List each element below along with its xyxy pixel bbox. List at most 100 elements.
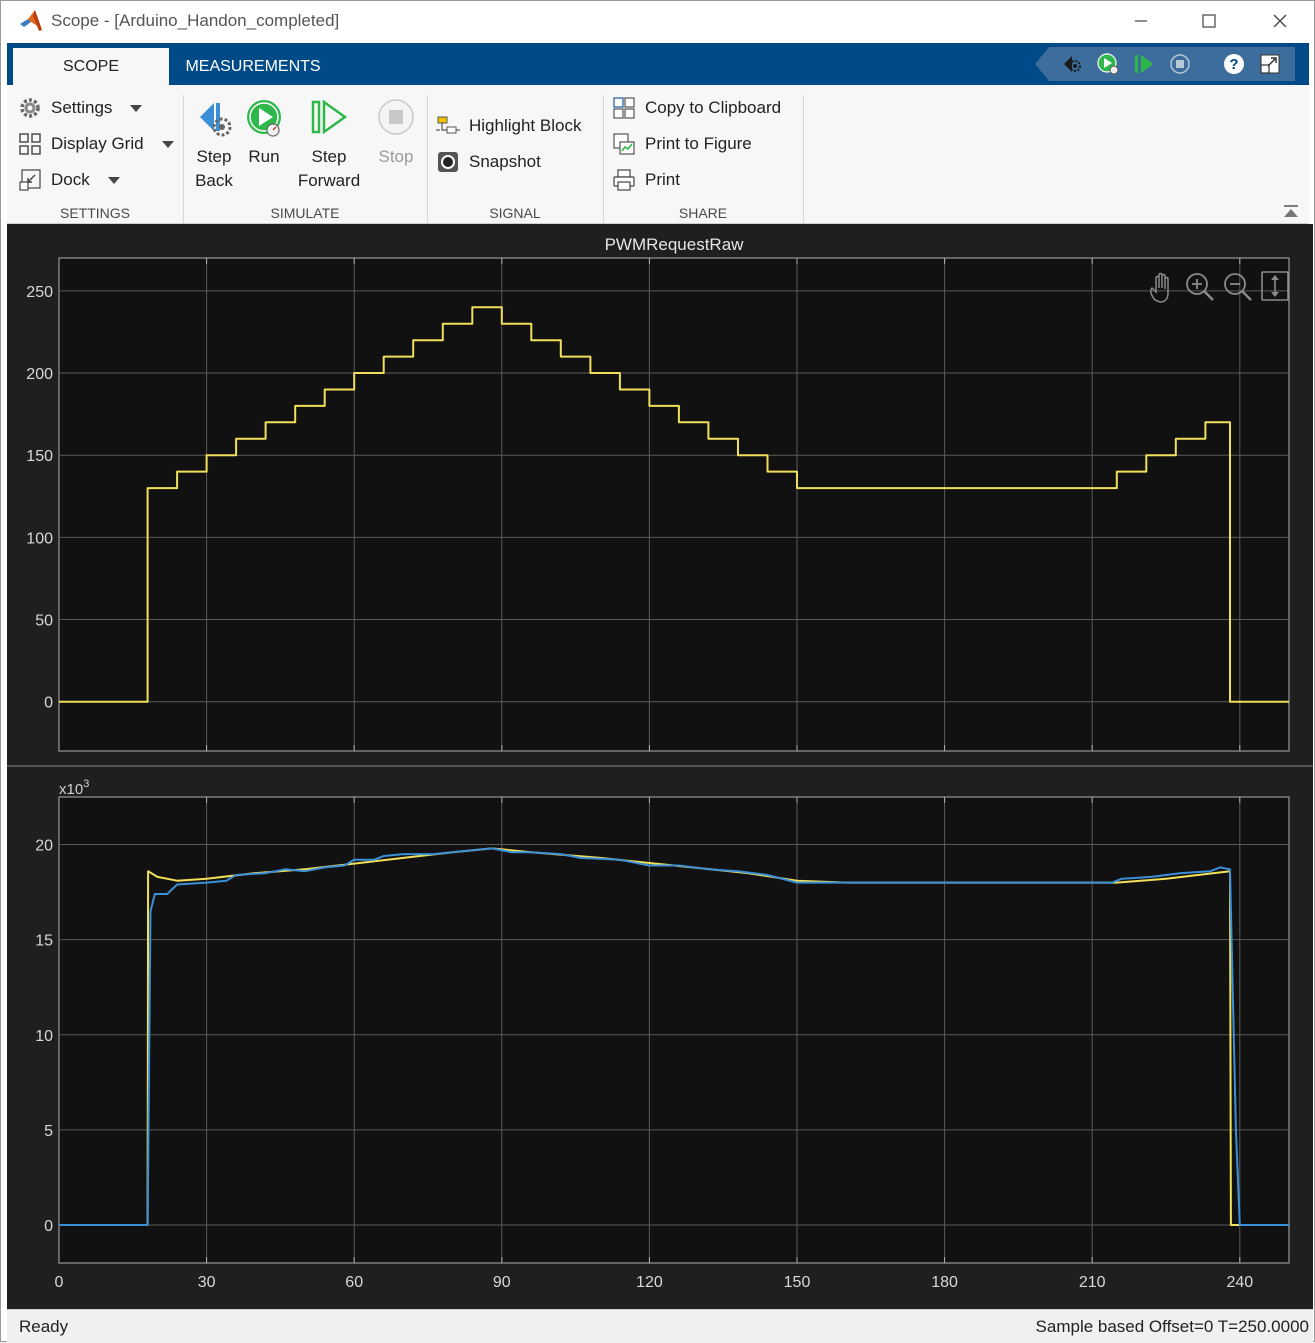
svg-text:?: ? [1229, 56, 1238, 73]
scope-plots: PWMRequestRaw 050100150200250 x103 05101… [7, 235, 1313, 1291]
undock-icon [1260, 54, 1280, 74]
y-tick-label: 0 [44, 695, 53, 712]
simulate-section: Step Back Run Step Forward Stop SIMULATE [183, 95, 428, 223]
step-forward-button[interactable]: Step Forward [291, 97, 367, 193]
close-button[interactable] [1257, 7, 1303, 35]
minimize-button[interactable] [1118, 7, 1164, 35]
stop-icon [378, 99, 414, 135]
y-tick-label: 20 [35, 838, 53, 855]
step-forward-icon [1135, 55, 1153, 73]
dock-button[interactable]: Dock [17, 167, 120, 193]
chevron-down-icon [130, 104, 143, 112]
dock-label: Dock [51, 170, 90, 189]
quick-access-toolbar: ? [1035, 47, 1295, 81]
status-text: Ready [19, 1317, 69, 1336]
copy-to-clipboard-label: Copy to Clipboard [645, 98, 782, 117]
y-tick-label: 250 [26, 284, 53, 301]
snapshot-icon [438, 152, 458, 172]
snapshot-button[interactable]: Snapshot [435, 149, 541, 175]
y-tick-label: 50 [35, 613, 53, 630]
x-tick-label: 150 [784, 1274, 811, 1291]
settings-label: Settings [51, 98, 113, 117]
y-tick-label: 150 [26, 448, 53, 465]
stop-button[interactable]: Stop [373, 97, 419, 169]
title-bar: Scope - [Arduino_Handon_completed] [1, 1, 1314, 41]
share-section-label: SHARE [678, 205, 728, 221]
copy-to-clipboard-button[interactable]: Copy to Clipboard [611, 95, 781, 121]
plot-title: PWMRequestRaw [605, 235, 745, 254]
matlab-logo-icon [20, 10, 42, 31]
step-back-label-line2: Back [195, 171, 233, 190]
run-label: Run [248, 147, 280, 166]
step-back-label-line1: Step [196, 147, 232, 166]
settings-button[interactable]: Settings [17, 95, 143, 121]
x-tick-label: 60 [345, 1274, 363, 1291]
highlight-block-label: Highlight Block [469, 116, 582, 135]
stop-icon [1170, 54, 1190, 74]
axes-background [58, 796, 1290, 1264]
printer-icon [613, 169, 635, 191]
y-tick-label: 5 [44, 1123, 53, 1140]
x-tick-label: 120 [636, 1274, 663, 1291]
gear-icon [20, 98, 40, 118]
settings-section: Settings Display Grid Dock SETTINGS [7, 95, 184, 223]
plot-output-signal[interactable]: x103 0 5 10 15 20 0 30 60 90 120 150 180 210 240 [35, 778, 1290, 1291]
axes-background [58, 257, 1290, 752]
run-button[interactable]: Run [241, 97, 287, 169]
simulate-section-label: SIMULATE [270, 205, 340, 221]
plot-pwm-request-raw[interactable]: PWMRequestRaw 0 50 100 150 200 250 [26, 235, 1290, 752]
x-tick-label: 210 [1079, 1274, 1106, 1291]
qa-help-button[interactable]: ? [1221, 52, 1247, 76]
display-grid-label: Display Grid [51, 134, 144, 153]
settings-section-label: SETTINGS [59, 205, 130, 221]
print-to-figure-button[interactable]: Print to Figure [611, 131, 752, 157]
step-back-button[interactable]: Step Back [191, 97, 237, 193]
print-to-figure-label: Print to Figure [645, 134, 752, 153]
qa-undock-button[interactable] [1257, 52, 1283, 76]
step-forward-icon [311, 99, 348, 135]
stop-label: Stop [378, 147, 414, 166]
snapshot-label: Snapshot [469, 152, 541, 171]
y-tick-label: 0 [44, 1218, 53, 1235]
y-tick-label: 10 [35, 1028, 53, 1045]
qa-step-forward-button[interactable] [1131, 52, 1157, 76]
maximize-button[interactable] [1186, 7, 1232, 35]
grid-icon [19, 133, 41, 155]
print-to-figure-icon [613, 133, 635, 155]
y-tick-label: 15 [35, 933, 53, 950]
y-tick-label: 100 [26, 530, 53, 547]
step-forward-label-line1: Step [311, 147, 347, 166]
collapse-ribbon-icon[interactable] [1283, 205, 1299, 219]
status-bar: Ready Sample based Offset=0 T=250.0000 [7, 1309, 1313, 1343]
y-tick-labels: 0 5 10 15 20 [35, 838, 53, 1235]
signal-section: Highlight Block Snapshot SIGNAL [427, 95, 604, 223]
print-label: Print [645, 170, 680, 189]
dock-icon [19, 169, 41, 191]
x-tick-label: 180 [931, 1274, 958, 1291]
x-tick-label: 90 [493, 1274, 511, 1291]
status-sample-info: Sample based Offset=0 T=250.0000 [1035, 1317, 1309, 1336]
display-grid-button[interactable]: Display Grid [17, 131, 174, 157]
y-exponent-label: x103 [59, 778, 89, 798]
highlight-block-button[interactable]: Highlight Block [435, 113, 581, 139]
tab-measurements[interactable]: MEASUREMENTS [169, 48, 337, 85]
scope-window: Scope - [Arduino_Handon_completed] SCOPE… [0, 0, 1315, 1343]
tab-strip: SCOPE MEASUREMENTS ? [7, 43, 1309, 85]
qa-stop-button[interactable] [1167, 52, 1193, 76]
print-button[interactable]: Print [611, 167, 680, 193]
minimize-icon [1135, 20, 1147, 22]
step-back-gear-icon [200, 103, 232, 137]
y-tick-labels: 0 50 100 150 200 250 [26, 284, 53, 712]
step-back-gear-icon [1064, 56, 1081, 72]
highlight-block-icon [436, 116, 460, 134]
run-icon [247, 100, 281, 137]
qa-step-back-button[interactable] [1059, 52, 1085, 76]
x-tick-label: 30 [198, 1274, 216, 1291]
window-title: Scope - [Arduino_Handon_completed] [51, 11, 340, 30]
y-tick-label: 200 [26, 366, 53, 383]
qa-run-button[interactable] [1095, 52, 1121, 76]
x-tick-label: 0 [55, 1274, 64, 1291]
tab-scope[interactable]: SCOPE [13, 48, 169, 85]
scope-display: PWMRequestRaw 0 50 100 150 200 250 x103 … [7, 224, 1313, 1309]
signal-section-label: SIGNAL [489, 205, 541, 221]
